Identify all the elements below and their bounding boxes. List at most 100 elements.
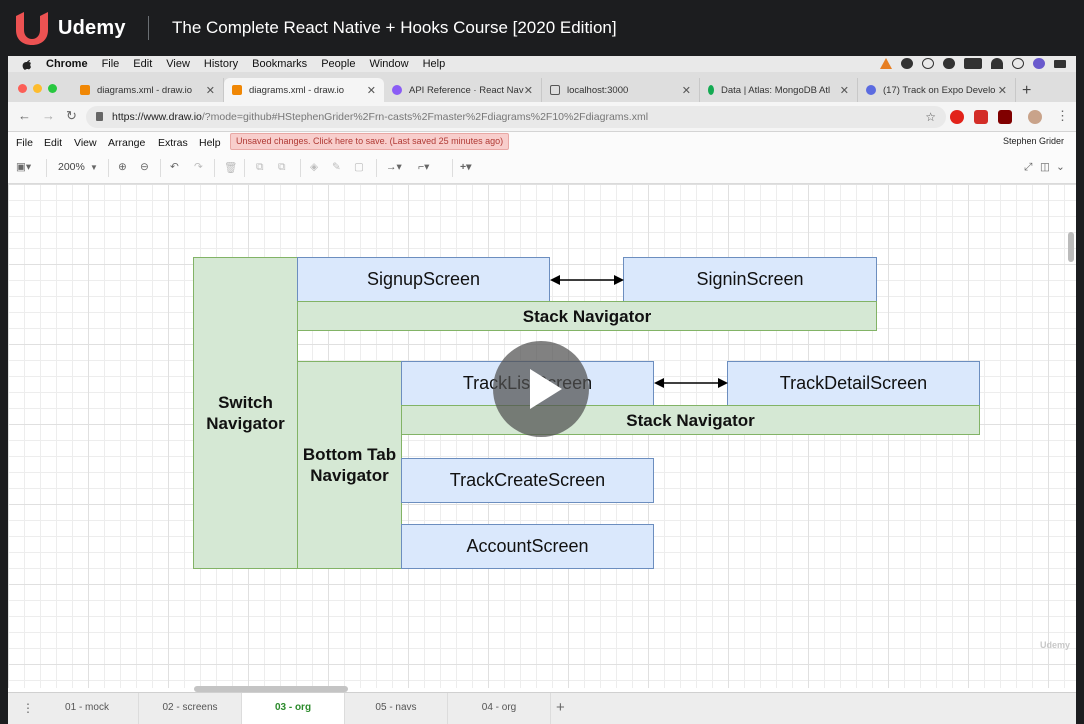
- waypoints-icon[interactable]: ⌐▾: [418, 161, 429, 173]
- fill-color-icon[interactable]: ◈: [310, 161, 318, 173]
- reload-icon[interactable]: ↻: [66, 108, 77, 124]
- chrome-menu-icon[interactable]: ⋮: [1056, 108, 1069, 124]
- tab-title: localhost:3000: [567, 84, 629, 96]
- udemy-logo[interactable]: Udemy: [12, 10, 126, 46]
- forward-icon[interactable]: →: [42, 108, 55, 123]
- collapse-icon[interactable]: ⌄: [1056, 161, 1065, 173]
- page-tab[interactable]: 01 - mock: [36, 693, 139, 724]
- wifi-icon[interactable]: [991, 58, 1003, 69]
- drawio-menu-edit[interactable]: Edit: [44, 137, 62, 149]
- browser-tab[interactable]: diagrams.xml - draw.io ✕: [72, 78, 224, 102]
- switch-navigator-box[interactable]: Switch Navigator: [193, 257, 298, 569]
- menu-help[interactable]: Help: [423, 58, 446, 70]
- ublock-extension-icon[interactable]: [998, 110, 1012, 124]
- drawio-menu-help[interactable]: Help: [199, 137, 221, 149]
- url-input[interactable]: https://www.draw.io/?mode=github#HStephe…: [86, 106, 946, 128]
- profile-avatar[interactable]: [1028, 110, 1042, 124]
- menu-file[interactable]: File: [102, 58, 120, 70]
- vlc-icon[interactable]: [880, 58, 892, 69]
- stack-navigator-top-box[interactable]: Stack Navigator: [297, 301, 877, 331]
- to-front-icon[interactable]: ⧉: [256, 161, 264, 174]
- signup-screen-box[interactable]: SignupScreen: [297, 257, 550, 302]
- signup-signin-arrow[interactable]: [549, 272, 625, 288]
- header-divider: [148, 16, 149, 40]
- udemy-wordmark: Udemy: [58, 16, 126, 39]
- drawio-menu-extras[interactable]: Extras: [158, 137, 188, 149]
- browser-tab[interactable]: localhost:3000 ✕: [542, 78, 700, 102]
- drawio-menu-view[interactable]: View: [74, 137, 97, 149]
- maximize-window-icon[interactable]: [48, 84, 57, 93]
- browser-tab-active[interactable]: diagrams.xml - draw.io ✕: [224, 78, 384, 102]
- zoom-select[interactable]: 200%: [58, 161, 85, 173]
- sync-icon[interactable]: [901, 58, 913, 69]
- lastpass-extension-icon[interactable]: [974, 110, 988, 124]
- drawio-menu-file[interactable]: File: [16, 137, 33, 149]
- split-view-icon[interactable]: ◫: [1040, 161, 1050, 173]
- back-icon[interactable]: ←: [18, 108, 31, 123]
- close-window-icon[interactable]: [18, 84, 27, 93]
- page-tab[interactable]: 04 - org: [448, 693, 551, 724]
- toolbar-divider: [452, 159, 453, 177]
- chevron-down-icon[interactable]: ▼: [90, 163, 98, 172]
- bookmark-star-icon[interactable]: ☆: [925, 106, 936, 128]
- user-name[interactable]: Stephen Grider: [1003, 136, 1064, 146]
- spotlight-search-icon[interactable]: [1012, 58, 1024, 69]
- menu-edit[interactable]: Edit: [133, 58, 152, 70]
- glasses-icon[interactable]: [922, 58, 934, 69]
- new-tab-button[interactable]: +: [1022, 82, 1031, 100]
- format-panel-icon[interactable]: ▣▾: [16, 161, 31, 173]
- close-tab-icon[interactable]: ✕: [998, 84, 1007, 97]
- page-tab-active[interactable]: 03 - org: [242, 693, 345, 724]
- to-back-icon[interactable]: ⧉: [278, 161, 286, 174]
- fullscreen-icon[interactable]: ⤢: [1024, 161, 1032, 174]
- menu-app-chrome[interactable]: Chrome: [46, 58, 88, 70]
- signin-screen-box[interactable]: SigninScreen: [623, 257, 877, 302]
- vertical-scrollbar[interactable]: [1068, 232, 1074, 262]
- menu-view[interactable]: View: [166, 58, 190, 70]
- video-player[interactable]: Chrome File Edit View History Bookmarks …: [8, 56, 1076, 724]
- zoom-out-icon[interactable]: ⊖: [140, 161, 149, 173]
- browser-tab[interactable]: (17) Track on Expo Develo ✕: [858, 78, 1016, 102]
- add-page-button[interactable]: +: [556, 699, 565, 716]
- connection-icon[interactable]: →▾: [386, 161, 402, 173]
- menu-people[interactable]: People: [321, 58, 355, 70]
- line-color-icon[interactable]: ✎: [332, 161, 341, 173]
- page-tab[interactable]: 05 - navs: [345, 693, 448, 724]
- minimize-window-icon[interactable]: [33, 84, 42, 93]
- stack-navigator-mid-box[interactable]: Stack Navigator: [401, 405, 980, 435]
- apple-icon[interactable]: [22, 59, 32, 70]
- delete-icon[interactable]: 🗑: [224, 161, 237, 174]
- browser-tab[interactable]: API Reference · React Nav ✕: [384, 78, 542, 102]
- close-tab-icon[interactable]: ✕: [840, 84, 849, 97]
- undo-icon[interactable]: ↶: [170, 161, 179, 173]
- course-title[interactable]: The Complete React Native + Hooks Course…: [172, 18, 617, 38]
- close-tab-icon[interactable]: ✕: [682, 84, 691, 97]
- browser-tab[interactable]: Data | Atlas: MongoDB Atl ✕: [700, 78, 858, 102]
- trackdetail-screen-box[interactable]: TrackDetailScreen: [727, 361, 980, 406]
- menu-bookmarks[interactable]: Bookmarks: [252, 58, 307, 70]
- close-tab-icon[interactable]: ✕: [524, 84, 533, 97]
- notification-center-icon[interactable]: [1054, 59, 1066, 68]
- close-tab-icon[interactable]: ✕: [206, 84, 215, 97]
- play-button[interactable]: [493, 341, 589, 437]
- page-tab[interactable]: 02 - screens: [139, 693, 242, 724]
- close-tab-icon[interactable]: ✕: [367, 84, 376, 97]
- status-icons: [880, 58, 1066, 69]
- siri-icon[interactable]: [1033, 58, 1045, 69]
- bottom-tab-navigator-box[interactable]: Bottom Tab Navigator: [297, 361, 402, 569]
- insert-plus-icon[interactable]: +▾: [460, 161, 471, 173]
- shadow-icon[interactable]: ▢: [354, 161, 364, 173]
- pages-menu-icon[interactable]: ⋮: [22, 701, 34, 715]
- tracklist-trackdetail-arrow[interactable]: [653, 375, 729, 391]
- menu-history[interactable]: History: [204, 58, 238, 70]
- cloud-icon[interactable]: [943, 58, 955, 69]
- battery-icon[interactable]: [964, 58, 982, 69]
- opera-extension-icon[interactable]: [950, 110, 964, 124]
- trackcreate-screen-box[interactable]: TrackCreateScreen: [401, 458, 654, 503]
- zoom-in-icon[interactable]: ⊕: [118, 161, 127, 173]
- menu-window[interactable]: Window: [369, 58, 408, 70]
- unsaved-changes-notice[interactable]: Unsaved changes. Click here to save. (La…: [230, 133, 510, 150]
- redo-icon[interactable]: ↷: [194, 161, 203, 173]
- drawio-menu-arrange[interactable]: Arrange: [108, 137, 145, 149]
- account-screen-box[interactable]: AccountScreen: [401, 524, 654, 569]
